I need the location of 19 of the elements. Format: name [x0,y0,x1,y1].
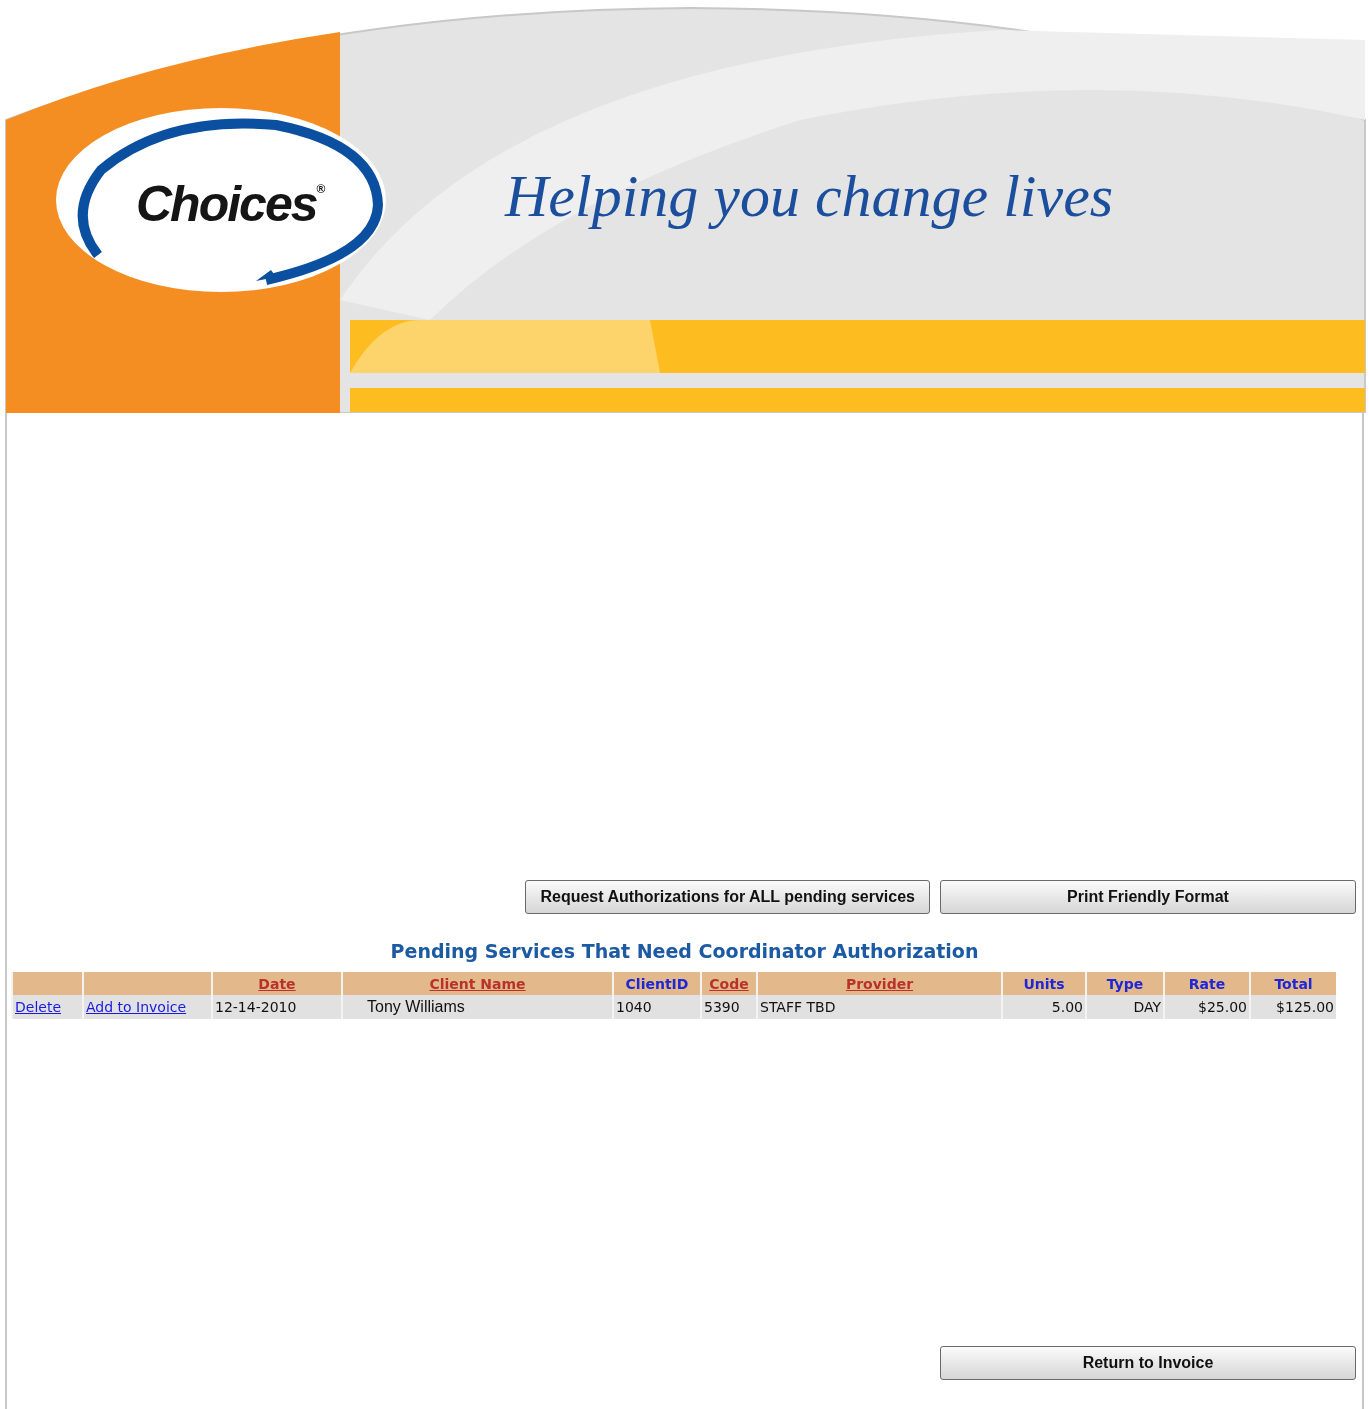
column-header: Rate [1164,972,1250,995]
table-cell: $25.00 [1164,995,1250,1019]
table-cell: STAFF TBD [757,995,1002,1019]
section-title: Pending Services That Need Coordinator Authorization [389,940,980,962]
tagline: Helping you change lives [505,162,1115,231]
column-header: Type [1086,972,1164,995]
column-header: Total [1250,972,1336,995]
return-button[interactable]: Return to Invoice [940,1346,1356,1380]
table-cell: 1040 [613,995,701,1019]
table-cell: Tony Williams [342,995,613,1019]
column-header: ClientID [613,972,701,995]
request-authorizations-button[interactable]: Request Authorizations for ALL pending services [525,880,930,914]
print-button[interactable]: Print Friendly Format [940,880,1356,914]
table-cell: 12-14-2010 [212,995,342,1019]
table-cell: 5390 [701,995,757,1019]
column-header: Units [1002,972,1086,995]
table-cell: $125.00 [1250,995,1336,1019]
table-cell: DAY [1086,995,1164,1019]
table-cell: 5.00 [1002,995,1086,1019]
